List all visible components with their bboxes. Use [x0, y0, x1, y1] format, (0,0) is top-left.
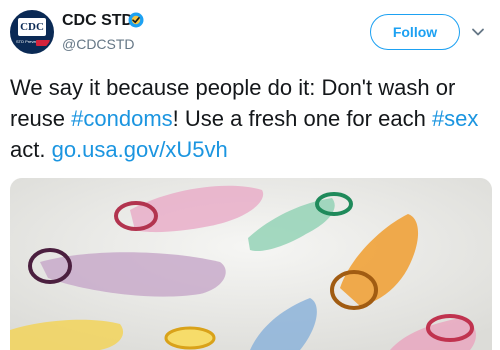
condoms-photo	[10, 178, 492, 350]
cdc-logo: CDC	[18, 18, 46, 36]
follow-button[interactable]: Follow	[370, 14, 460, 50]
display-name[interactable]: CDC STD	[62, 12, 133, 30]
tweet-text-segment: ! Use a fresh one for each	[172, 106, 432, 131]
tweet-text-segment: act.	[10, 137, 52, 162]
avatar[interactable]: CDC STD Prevention	[10, 10, 54, 54]
tweet-url-link[interactable]: go.usa.gov/xU5vh	[52, 137, 228, 162]
hashtag-sex[interactable]: #sex	[432, 106, 478, 131]
tweet-text: We say it because people do it: Don't wa…	[10, 72, 492, 165]
user-handle[interactable]: @CDCSTD	[62, 36, 135, 52]
tweet-header: CDC STD Prevention CDC STD @CDCSTD Follo…	[0, 0, 500, 70]
chevron-down-icon[interactable]	[470, 24, 486, 40]
tweet-media-photo[interactable]	[10, 178, 492, 350]
hashtag-condoms[interactable]: #condoms	[71, 106, 173, 131]
verified-badge-icon	[128, 12, 144, 28]
logo-badge	[36, 40, 50, 46]
